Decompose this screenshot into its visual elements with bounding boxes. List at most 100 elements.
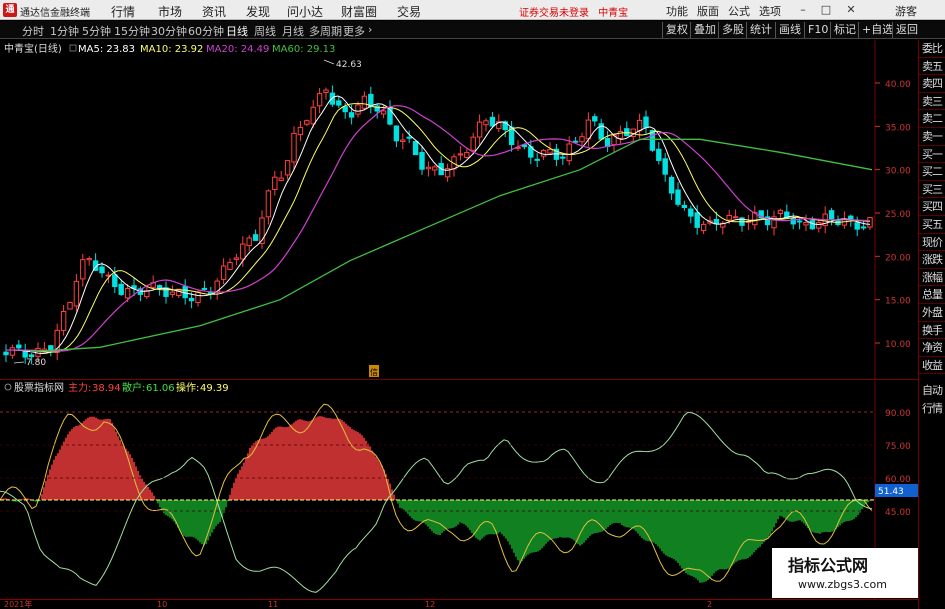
menu-wealth-circle[interactable]: 财富圈 bbox=[341, 3, 377, 20]
period-1min[interactable]: 1分钟 bbox=[50, 23, 79, 39]
mark-button[interactable]: 标记 bbox=[830, 22, 856, 38]
candle-body bbox=[112, 274, 118, 288]
side-item-net-assets[interactable]: 净资 bbox=[919, 339, 945, 357]
chart-title: 中青宝(日线) bbox=[4, 42, 62, 55]
candle-body bbox=[713, 219, 720, 225]
f10-button[interactable]: F10 bbox=[804, 22, 828, 38]
side-item-bid5[interactable]: 买五 bbox=[919, 216, 945, 234]
period-60min[interactable]: 60分钟 bbox=[188, 23, 224, 39]
candle-body bbox=[700, 223, 707, 232]
adjust-button[interactable]: 复权 bbox=[662, 22, 688, 38]
candle-body bbox=[252, 234, 259, 241]
date-label: 2021年 bbox=[4, 600, 33, 609]
side-item-change[interactable]: 涨跌 bbox=[919, 251, 945, 269]
side-item-ask3[interactable]: 卖三 bbox=[919, 93, 945, 111]
candle-body bbox=[48, 345, 54, 351]
candle-body bbox=[668, 176, 675, 194]
candle-body bbox=[73, 280, 80, 307]
period-multi[interactable]: 多周期 bbox=[309, 23, 342, 39]
side-item-order-ratio[interactable]: 委比 bbox=[919, 40, 945, 58]
candle-body bbox=[457, 153, 464, 156]
indicator-tick-label: 90.00 bbox=[885, 409, 911, 419]
date-label: 12 bbox=[425, 600, 436, 609]
multi-stock-button[interactable]: 多股 bbox=[718, 22, 744, 38]
candle-body bbox=[432, 166, 438, 171]
candle-body bbox=[336, 100, 342, 106]
side-item-ask2[interactable]: 卖二 bbox=[919, 110, 945, 128]
period-daily[interactable]: 日线 bbox=[226, 23, 248, 39]
candle-body bbox=[278, 177, 284, 181]
kline-chart[interactable]: 40.00 35.00 30.00 25.00 20.00 15.00 10.00 中青宝(… bbox=[0, 40, 918, 380]
side-item-bid3[interactable]: 买三 bbox=[919, 181, 945, 199]
date-label: 2 bbox=[707, 600, 713, 609]
watermark-url: www.zbgs3.com bbox=[798, 578, 887, 591]
menu-options[interactable]: 选项 bbox=[759, 3, 781, 19]
statistics-button[interactable]: 统计 bbox=[746, 22, 772, 38]
side-item-auto[interactable]: 自动 bbox=[919, 382, 945, 400]
period-toolbar: 分时 1分钟 5分钟 15分钟 30分钟 60分钟 日线 周线 月线 多周期 更… bbox=[0, 21, 945, 39]
menu-formula[interactable]: 公式 bbox=[728, 3, 750, 19]
draw-line-button[interactable]: 画线 bbox=[775, 22, 801, 38]
side-item-bid1[interactable]: 买一 bbox=[919, 146, 945, 164]
side-item-bid4[interactable]: 买四 bbox=[919, 198, 945, 216]
menu-discover[interactable]: 发现 bbox=[246, 3, 270, 20]
side-item-price[interactable]: 现价 bbox=[919, 234, 945, 252]
side-item-volume[interactable]: 总量 bbox=[919, 286, 945, 304]
side-item-turnover[interactable]: 换手 bbox=[919, 322, 945, 340]
overlay-button[interactable]: 叠加 bbox=[690, 22, 716, 38]
candle-body bbox=[361, 95, 368, 109]
indicator-tick-label: 45.00 bbox=[885, 508, 911, 518]
indicator-name: 股票指标网 bbox=[14, 381, 64, 394]
candle-body bbox=[848, 215, 854, 220]
candle-body bbox=[124, 287, 131, 299]
current-indicator-value: 51.43 bbox=[878, 487, 904, 497]
menu-ask-xiaoda[interactable]: 问小达 bbox=[287, 3, 323, 20]
menu-market[interactable]: 市场 bbox=[158, 3, 182, 20]
price-tick-label: 25.00 bbox=[885, 210, 911, 220]
candle-body bbox=[540, 149, 547, 157]
side-item-ask4[interactable]: 卖四 bbox=[919, 75, 945, 93]
candle-body bbox=[726, 214, 732, 221]
candle-body bbox=[547, 149, 553, 154]
price-tick-label: 40.00 bbox=[885, 80, 911, 90]
guest-login[interactable]: 游客 bbox=[895, 3, 917, 19]
event-marker-text: 信 bbox=[370, 367, 378, 377]
menu-market-quotes[interactable]: 行情 bbox=[111, 3, 135, 20]
period-15min[interactable]: 15分钟 bbox=[114, 23, 150, 39]
maximize-window-icon[interactable]: □ bbox=[818, 2, 834, 18]
side-item-outer-volume[interactable]: 外盘 bbox=[919, 304, 945, 322]
side-item-earnings[interactable]: 收益 bbox=[919, 357, 945, 375]
side-item-bid2[interactable]: 买二 bbox=[919, 163, 945, 181]
period-weekly[interactable]: 周线 bbox=[254, 23, 276, 39]
candle-body bbox=[816, 222, 822, 229]
candle-body bbox=[28, 354, 35, 358]
side-item-quotes[interactable]: 行情 bbox=[919, 400, 945, 418]
menu-layout[interactable]: 版面 bbox=[697, 3, 719, 19]
menu-function[interactable]: 功能 bbox=[666, 3, 688, 19]
period-30min[interactable]: 30分钟 bbox=[151, 23, 187, 39]
period-intraday[interactable]: 分时 bbox=[22, 23, 44, 39]
retail-label: 散户: bbox=[122, 381, 145, 394]
back-button[interactable]: 返回 bbox=[892, 22, 918, 38]
candle-body bbox=[566, 143, 572, 162]
app-logo-icon: 通 bbox=[3, 3, 17, 17]
add-watchlist-button[interactable]: +自选 bbox=[858, 22, 893, 38]
more-chevron-icon[interactable]: › bbox=[368, 23, 372, 36]
candle-body bbox=[227, 261, 233, 270]
period-5min[interactable]: 5分钟 bbox=[82, 23, 111, 39]
candle-body bbox=[355, 104, 361, 115]
period-monthly[interactable]: 月线 bbox=[282, 23, 304, 39]
minimize-window-icon[interactable]: – bbox=[795, 2, 811, 18]
side-item-ask5[interactable]: 卖五 bbox=[919, 58, 945, 76]
candle-body bbox=[425, 166, 432, 170]
side-item-change-pct[interactable]: 涨幅 bbox=[919, 269, 945, 287]
close-window-icon[interactable]: ✕ bbox=[843, 2, 859, 18]
period-more[interactable]: 更多 bbox=[343, 23, 365, 39]
app-title: 通达信金融终端 bbox=[20, 8, 90, 19]
candle-body bbox=[272, 176, 278, 190]
trade-login-notice[interactable]: 证券交易未登录 中青宝 bbox=[519, 4, 628, 19]
side-item-ask1[interactable]: 卖一 bbox=[919, 128, 945, 146]
candle-body bbox=[476, 121, 483, 138]
menu-news[interactable]: 资讯 bbox=[202, 3, 226, 20]
menu-trade[interactable]: 交易 bbox=[397, 3, 421, 20]
